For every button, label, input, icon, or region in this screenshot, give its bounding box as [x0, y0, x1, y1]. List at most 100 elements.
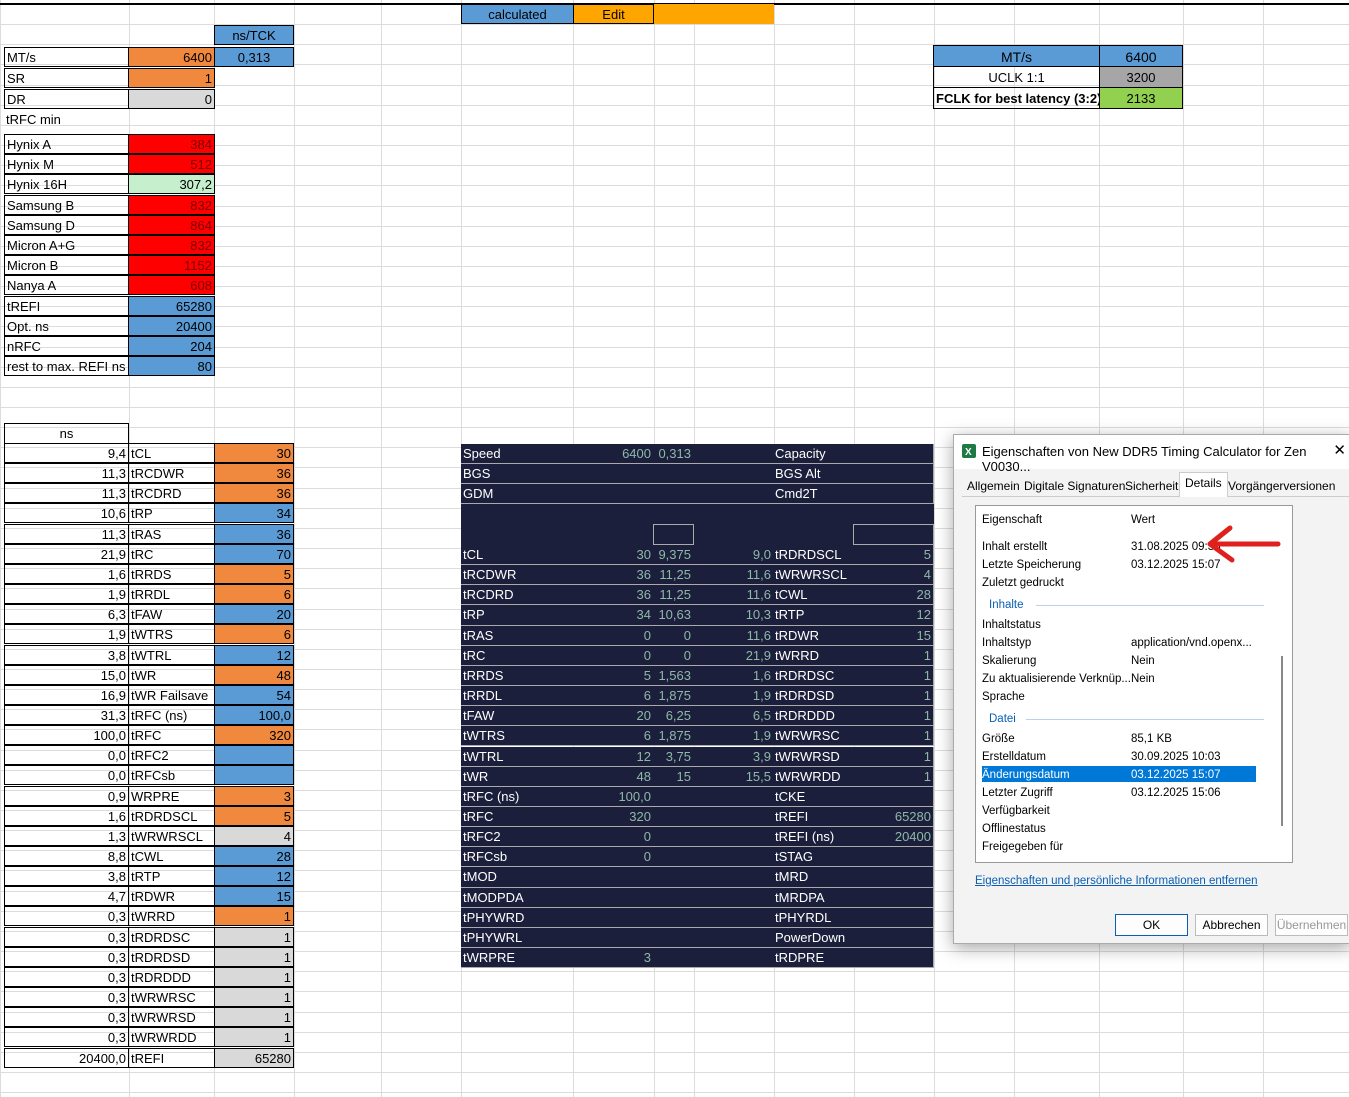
- dark-cell-f: 1: [853, 706, 934, 727]
- timing-name: tCL: [128, 443, 215, 463]
- dark-cell-f: 1: [853, 746, 934, 767]
- property-name[interactable]: Inhaltstatus: [982, 616, 1132, 634]
- tab-previous-versions[interactable]: Vorgängerversionen: [1228, 476, 1335, 496]
- dark-cell-b: 6: [573, 686, 654, 707]
- cancel-button[interactable]: Abbrechen: [1195, 914, 1268, 936]
- property-name[interactable]: Skalierung: [982, 652, 1132, 670]
- tab-digital-signatures[interactable]: Digitale Signaturen: [1024, 476, 1125, 496]
- trfc-value[interactable]: 80: [128, 356, 215, 377]
- dark-cell-e: tRDWR: [773, 625, 854, 646]
- dark-cell-c: 0: [653, 625, 694, 646]
- param-value[interactable]: 6400: [128, 47, 215, 67]
- dark-cell-b: 36: [573, 565, 654, 586]
- trfc-value[interactable]: 832: [128, 235, 215, 255]
- property-value[interactable]: Nein: [1131, 670, 1155, 688]
- property-name[interactable]: Zu aktualisierende Verknüp...: [982, 670, 1132, 688]
- dialog-scrollbar[interactable]: [1281, 656, 1283, 826]
- dark-cell-b: 36: [573, 585, 654, 606]
- property-value[interactable]: Nein: [1131, 652, 1155, 670]
- col-header-property[interactable]: Eigenschaft: [982, 511, 1042, 529]
- apply-button[interactable]: Übernehmen: [1275, 914, 1348, 936]
- dark-cell-a: tPHYWRL: [461, 927, 574, 948]
- timing-value[interactable]: 36: [214, 463, 294, 484]
- property-name[interactable]: Verfügbarkeit: [982, 802, 1132, 820]
- dark-cell-d: [693, 867, 774, 888]
- trfc-value[interactable]: 204: [128, 336, 215, 356]
- trfc-value[interactable]: 384: [128, 134, 215, 154]
- timing-value[interactable]: 30: [214, 443, 294, 463]
- timing-value[interactable]: 48: [214, 664, 294, 685]
- timing-ns: 15,0: [4, 664, 129, 685]
- trfc-value[interactable]: 20400: [128, 315, 215, 336]
- close-icon[interactable]: ✕: [1333, 441, 1346, 459]
- property-value[interactable]: 85,1 KB: [1131, 730, 1172, 748]
- dark-cell-b: 34: [573, 605, 654, 626]
- dark-cell-f: 65280: [853, 806, 934, 828]
- dialog-titlebar[interactable]: X Eigenschaften von New DDR5 Timing Calc…: [954, 435, 1349, 474]
- fclk-label: FCLK for best latency (3:2): [933, 87, 1100, 109]
- property-value[interactable]: 30.09.2025 10:03: [1131, 748, 1221, 766]
- property-name[interactable]: Änderungsdatum: [982, 766, 1132, 784]
- timing-value[interactable]: 6: [214, 584, 294, 605]
- property-name[interactable]: Letzter Zugriff: [982, 784, 1132, 802]
- ok-button[interactable]: OK: [1115, 914, 1188, 936]
- property-name[interactable]: Inhaltstyp: [982, 634, 1132, 652]
- trfc-value[interactable]: 832: [128, 194, 215, 215]
- timing-ns: 6,3: [4, 604, 129, 625]
- timing-value[interactable]: 5: [214, 563, 294, 584]
- trfc-value[interactable]: 864: [128, 214, 215, 235]
- dark-cell-e: tSTAG: [773, 847, 854, 868]
- timing-value: [214, 745, 294, 766]
- timing-name: tRAS: [128, 523, 215, 544]
- property-name[interactable]: Freigegeben für: [982, 838, 1132, 856]
- timing-name: tRFCsb: [128, 765, 215, 786]
- property-name[interactable]: Inhalt erstellt: [982, 538, 1132, 556]
- property-value[interactable]: application/vnd.openx...: [1131, 634, 1252, 652]
- remove-properties-link[interactable]: Eigenschaften und persönliche Informatio…: [975, 875, 1258, 887]
- property-name[interactable]: Zuletzt gedruckt: [982, 574, 1132, 592]
- tab-security[interactable]: Sicherheit: [1125, 476, 1178, 496]
- property-value[interactable]: 03.12.2025 15:06: [1131, 784, 1221, 802]
- tab-general[interactable]: Allgemein: [967, 476, 1020, 496]
- property-name[interactable]: Offlinestatus: [982, 820, 1132, 838]
- trfc-value[interactable]: 307,2: [128, 174, 215, 195]
- dark-cell-d: 3,9: [693, 746, 774, 767]
- dark-cell-e: tRDRDDD: [773, 706, 854, 727]
- properties-dialog[interactable]: X Eigenschaften von New DDR5 Timing Calc…: [953, 434, 1349, 944]
- trfc-value[interactable]: 65280: [128, 295, 215, 316]
- dark-cell-d: 10,3: [693, 605, 774, 626]
- timing-value[interactable]: 36: [214, 483, 294, 504]
- clock-mts-value[interactable]: 6400: [1099, 45, 1183, 67]
- timing-value[interactable]: 5: [214, 805, 294, 826]
- dark-cell-b: 0: [573, 847, 654, 868]
- timing-name: tRC: [128, 543, 215, 564]
- timing-value: 70: [214, 543, 294, 564]
- timing-name: WRPRE: [128, 785, 215, 806]
- dark-cell-c: 0,313: [653, 444, 694, 465]
- param-value[interactable]: 1: [128, 68, 215, 88]
- trfc-value[interactable]: 1152: [128, 255, 215, 276]
- property-name[interactable]: Letzte Speicherung: [982, 556, 1132, 574]
- dark-cell-d: [693, 847, 774, 868]
- timing-value[interactable]: 6: [214, 624, 294, 645]
- dark-cell-a: tRAS: [461, 625, 574, 646]
- calculated-legend: calculated: [461, 4, 574, 24]
- trfc-label: Samsung B: [4, 194, 129, 215]
- timing-value: 20: [214, 604, 294, 625]
- property-name[interactable]: Erstelldatum: [982, 748, 1132, 766]
- timing-value[interactable]: 3: [214, 785, 294, 806]
- trfc-value[interactable]: 512: [128, 154, 215, 175]
- dark-cell-e: tMRD: [773, 867, 854, 888]
- tab-details[interactable]: Details: [1179, 472, 1228, 497]
- trfc-value[interactable]: 608: [128, 275, 215, 296]
- property-value[interactable]: 03.12.2025 15:07: [1131, 766, 1221, 784]
- dark-cell-d: 21,9: [693, 645, 774, 666]
- property-name[interactable]: Größe: [982, 730, 1132, 748]
- col-header-value[interactable]: Wert: [1131, 511, 1155, 529]
- timing-ns: 0,0: [4, 745, 129, 766]
- property-name[interactable]: Sprache: [982, 688, 1132, 706]
- timing-value[interactable]: 1: [214, 906, 294, 927]
- timing-value[interactable]: 320: [214, 725, 294, 746]
- section-content: Inhalte: [989, 599, 1024, 611]
- param-value[interactable]: 0: [128, 89, 215, 109]
